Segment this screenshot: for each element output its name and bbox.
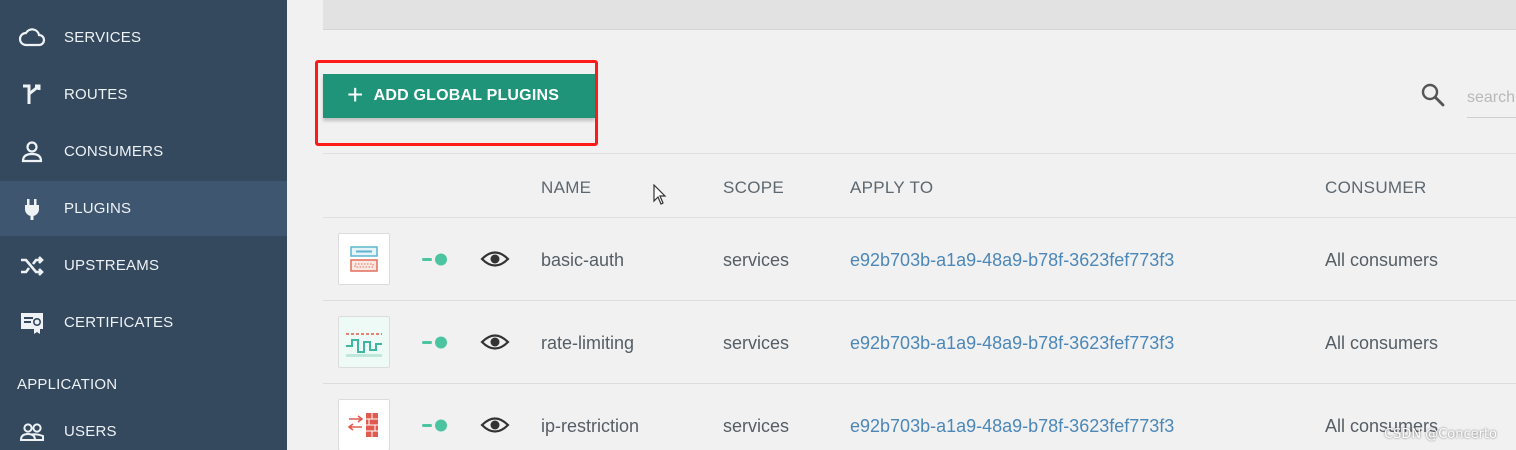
plus-icon: +	[347, 79, 364, 110]
rate-limiting-plugin-icon	[338, 316, 390, 368]
sidebar-item-users[interactable]: USERS	[0, 404, 287, 450]
sidebar-item-plugins[interactable]: PLUGINS	[0, 181, 287, 236]
sidebar-item-label: CONSUMERS	[64, 143, 164, 160]
enable-toggle[interactable]	[421, 252, 451, 266]
sidebar-item-label: SERVICES	[64, 29, 142, 46]
shuffle-icon	[0, 251, 64, 281]
table-header: NAME SCOPE APPLY TO CONSUMER	[323, 153, 1516, 218]
plugin-name: ip-restriction	[541, 416, 640, 436]
column-header-name[interactable]: NAME	[541, 178, 591, 198]
sidebar-item-routes[interactable]: ROUTES	[0, 67, 287, 122]
plugin-scope: services	[723, 416, 790, 436]
apply-to-link[interactable]: e92b703b-a1a9-48a9-b78f-3623fef773f3	[850, 333, 1174, 354]
table-row[interactable]: rate-limiting services e92b703b-a1a9-48a…	[323, 301, 1516, 384]
plugin-consumer: All consumers	[1325, 333, 1439, 353]
plugin-consumer: All consumers	[1325, 250, 1439, 270]
apply-to-link[interactable]: e92b703b-a1a9-48a9-b78f-3623fef773f3	[850, 416, 1174, 437]
top-panel	[323, 0, 1516, 30]
main-content: + ADD GLOBAL PLUGINS NAME SCOPE APPLY TO…	[287, 0, 1516, 450]
search-input[interactable]	[1467, 78, 1516, 118]
plugin-scope: services	[723, 250, 790, 270]
column-header-apply-to[interactable]: APPLY TO	[850, 178, 933, 198]
view-eye-icon[interactable]	[480, 414, 510, 436]
sidebar-item-label: USERS	[64, 423, 117, 440]
plug-icon	[0, 194, 64, 224]
person-icon	[0, 137, 64, 167]
enable-toggle[interactable]	[421, 335, 451, 349]
view-eye-icon[interactable]	[480, 248, 510, 270]
apply-to-link[interactable]: e92b703b-a1a9-48a9-b78f-3623fef773f3	[850, 250, 1174, 271]
sidebar-item-label: CERTIFICATES	[64, 314, 174, 331]
column-header-consumer[interactable]: CONSUMER	[1325, 178, 1427, 198]
plugin-scope: services	[723, 333, 790, 353]
route-split-icon	[0, 80, 64, 110]
mouse-cursor-icon	[653, 184, 667, 205]
enable-toggle[interactable]	[421, 418, 451, 432]
basic-auth-plugin-icon	[338, 233, 390, 285]
sidebar-item-label: UPSTREAMS	[64, 257, 160, 274]
sidebar-item-certificates[interactable]: CERTIFICATES	[0, 295, 287, 350]
table-row[interactable]: ip-restriction services e92b703b-a1a9-48…	[323, 384, 1516, 450]
watermark: CSDN @Concerto	[1384, 427, 1498, 442]
sidebar: SERVICES ROUTES CONSUMERS PLUGINS UPSTRE…	[0, 0, 287, 450]
sidebar-item-label: ROUTES	[64, 86, 128, 103]
cloud-icon	[0, 23, 64, 53]
add-global-plugins-label: ADD GLOBAL PLUGINS	[373, 87, 560, 104]
column-header-scope[interactable]: SCOPE	[723, 178, 784, 198]
ip-restriction-plugin-icon	[338, 399, 390, 450]
table-row[interactable]: basic-auth services e92b703b-a1a9-48a9-b…	[323, 218, 1516, 301]
add-global-plugins-button[interactable]: + ADD GLOBAL PLUGINS	[323, 74, 595, 118]
sidebar-item-upstreams[interactable]: UPSTREAMS	[0, 238, 287, 293]
sidebar-item-label: PLUGINS	[64, 200, 132, 217]
search-icon[interactable]	[1420, 82, 1446, 108]
plugin-name: basic-auth	[541, 250, 625, 270]
sidebar-item-consumers[interactable]: CONSUMERS	[0, 124, 287, 179]
sidebar-section-application: APPLICATION	[17, 376, 118, 393]
plugin-name: rate-limiting	[541, 333, 635, 353]
certificate-icon	[0, 308, 64, 338]
users-icon	[0, 417, 64, 447]
view-eye-icon[interactable]	[480, 331, 510, 353]
plugins-table: NAME SCOPE APPLY TO CONSUMER basic-auth …	[323, 153, 1516, 450]
sidebar-item-services[interactable]: SERVICES	[0, 10, 287, 65]
